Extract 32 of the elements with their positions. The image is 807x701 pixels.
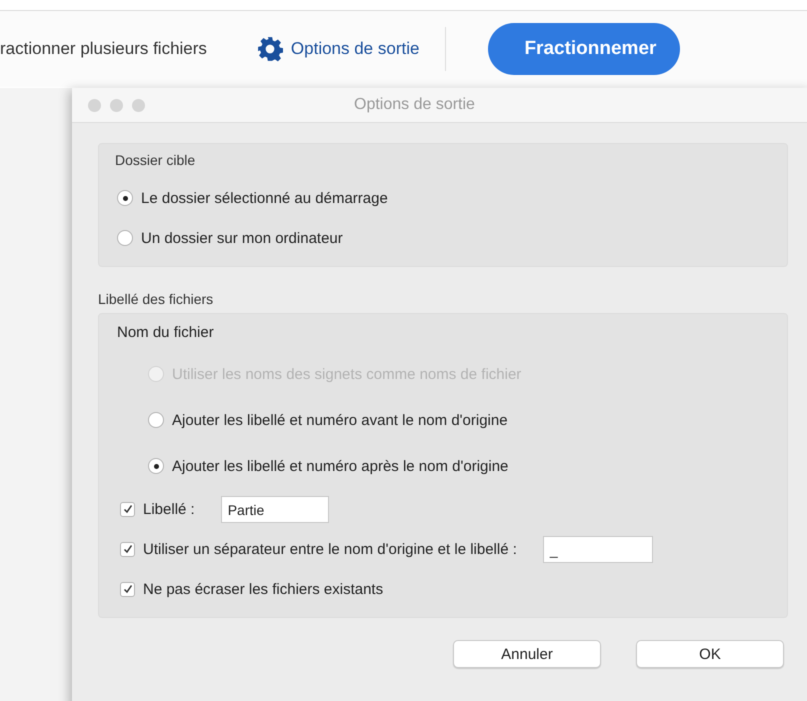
gear-icon — [256, 36, 283, 62]
checkbox[interactable] — [120, 582, 135, 596]
radio-button[interactable] — [117, 190, 133, 206]
group-title: Libellé des fichiers — [98, 291, 214, 307]
ok-button[interactable]: OK — [636, 640, 784, 668]
window-title: Options de sortie — [354, 96, 475, 114]
radio-label: Ajouter les libellé et numéro après le nom d'origine — [172, 458, 508, 474]
checkmark-icon — [122, 504, 132, 514]
split-files-link[interactable]: ractionner plusieurs fichiers — [0, 39, 207, 59]
section-label: Nom du fichier — [117, 324, 214, 341]
checkmark-icon — [122, 544, 132, 554]
label-input-field[interactable]: Partie — [220, 496, 329, 522]
checkbox-label: Utiliser un séparateur entre le nom d'origine et le libellé : — [143, 540, 517, 558]
radio-button[interactable] — [148, 458, 164, 474]
split-button[interactable]: Fractionnemer — [488, 23, 680, 75]
checkmark-icon — [122, 584, 132, 594]
output-options-button[interactable]: Options de sortie — [256, 36, 420, 62]
cancel-button[interactable]: Annuler — [453, 640, 601, 668]
radio-label: Ajouter les libellé et numéro avant le nom d'origine — [172, 412, 508, 428]
window-control-dot[interactable] — [110, 98, 123, 112]
radio-button[interactable] — [117, 230, 133, 246]
checkbox-label: Ne pas écraser les fichiers existants — [143, 580, 384, 598]
window-control-dot[interactable] — [132, 98, 145, 112]
radio-button[interactable] — [148, 412, 164, 428]
checkbox[interactable] — [120, 542, 135, 556]
checkbox-label: Libellé : — [143, 500, 195, 518]
window-control-dot[interactable] — [88, 98, 101, 112]
checkbox[interactable] — [120, 502, 135, 516]
radio-label: Un dossier sur mon ordinateur — [141, 230, 343, 246]
separator-input-field[interactable]: _ — [542, 536, 653, 562]
radio-label: Le dossier sélectionné au démarrage — [141, 190, 388, 206]
group-title: Dossier cible — [115, 152, 196, 168]
